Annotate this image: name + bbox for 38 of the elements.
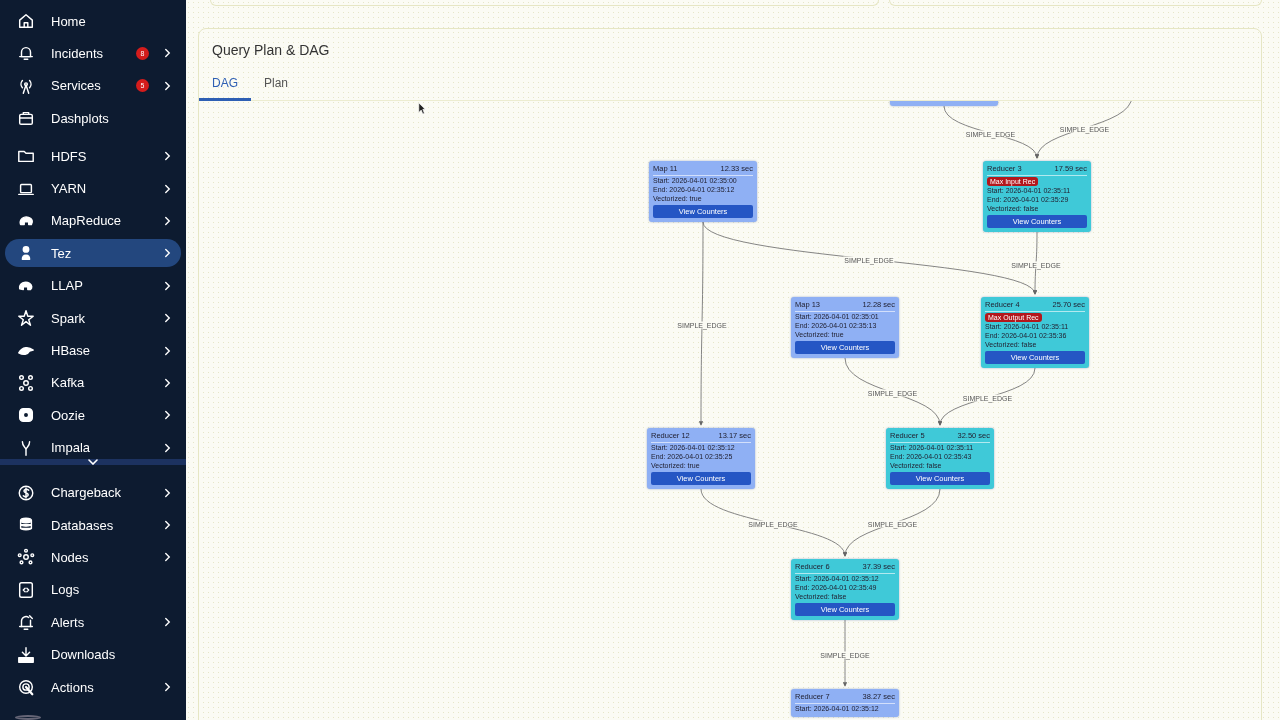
briefcase-icon	[17, 109, 35, 128]
download-icon	[17, 645, 35, 664]
sidebar-item[interactable]: Downloads	[5, 640, 181, 669]
mouse-cursor-icon	[418, 102, 426, 115]
sidebar-item[interactable]: LLAP	[5, 271, 181, 300]
sidebar-item[interactable]: Oozie	[5, 401, 181, 430]
star-icon	[17, 309, 35, 328]
sidebar-item[interactable]: Spark	[5, 304, 181, 333]
bell-icon	[17, 613, 35, 632]
sidebar-item[interactable]: Nodes	[5, 543, 181, 572]
sidebar-item[interactable]: Alerts	[5, 608, 181, 637]
sidebar-item[interactable]: MapReduce	[5, 206, 181, 235]
network-icon	[17, 548, 35, 567]
target-icon	[17, 678, 35, 697]
profile-avatar[interactable]	[15, 715, 41, 720]
code-file-icon	[17, 580, 35, 599]
sidebar-item[interactable]: HDFS	[5, 142, 181, 171]
sidebar-item[interactable]: YARN	[5, 174, 181, 203]
sidebar-item[interactable]: Databases	[5, 511, 181, 540]
tab[interactable]: Plan	[251, 72, 302, 101]
sidebar-item[interactable]: Tez	[5, 239, 181, 268]
sidebar-item[interactable]: Kafka	[5, 368, 181, 397]
chevron-down-icon	[88, 458, 98, 465]
ring-icon	[17, 406, 35, 425]
panel-title: Query Plan & DAG	[212, 42, 331, 58]
network-icon	[17, 373, 35, 392]
sidebar-item[interactable]: Chargeback	[5, 478, 181, 507]
bell-icon	[17, 44, 35, 63]
sidebar-item[interactable]: Home	[5, 7, 181, 35]
sidebar-item[interactable]: Dashplots	[5, 104, 181, 133]
dollar-icon	[17, 483, 35, 502]
sidebar-item[interactable]: Actions	[5, 673, 181, 702]
sidebar-item[interactable]: Logs	[5, 575, 181, 604]
sidebar-item[interactable]: HBase	[5, 336, 181, 365]
tab[interactable]: DAG	[199, 72, 251, 101]
home-icon	[17, 12, 35, 30]
sidebar-item[interactable]: Impala	[5, 433, 181, 462]
expand-bar[interactable]	[0, 458, 186, 465]
